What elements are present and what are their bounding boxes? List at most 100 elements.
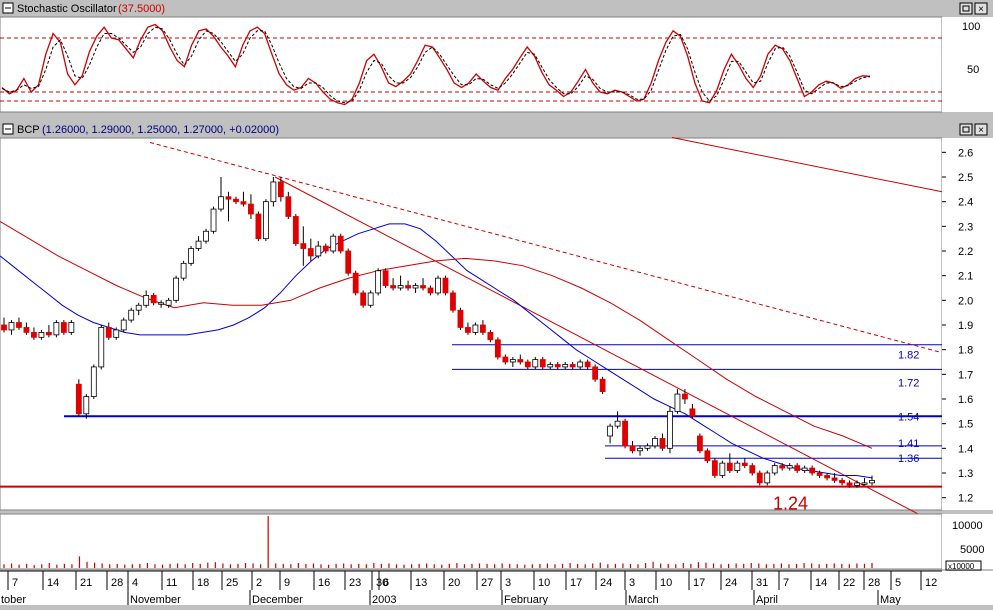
x-day-label: 3 bbox=[505, 577, 511, 589]
stoch-title: Stochastic Oscillator bbox=[17, 3, 117, 15]
x-month-label: March bbox=[628, 594, 659, 605]
candle-body bbox=[352, 272, 359, 294]
stoch-plot-area bbox=[0, 16, 943, 113]
candle-body bbox=[300, 243, 307, 249]
x-day-label: 7 bbox=[12, 577, 18, 589]
candle-body bbox=[248, 203, 254, 215]
price-tick-label: 1.3 bbox=[958, 468, 973, 480]
candle-body bbox=[60, 322, 67, 333]
candle-body bbox=[584, 361, 591, 368]
candle-body bbox=[83, 396, 90, 415]
price-tick-label: 1.5 bbox=[958, 419, 973, 431]
candle-body bbox=[741, 462, 748, 466]
x-day-label: 11 bbox=[166, 577, 177, 589]
candle-body bbox=[150, 294, 157, 304]
candle-body bbox=[457, 309, 464, 328]
price-tick-label: 2.2 bbox=[958, 246, 973, 258]
candle-body bbox=[749, 465, 756, 474]
candle-body bbox=[479, 324, 486, 333]
candle-body bbox=[233, 198, 239, 203]
x-day-label: 24 bbox=[725, 577, 737, 589]
candle-body bbox=[203, 230, 209, 242]
price-restore-button[interactable] bbox=[959, 123, 973, 136]
x-day-label: 21 bbox=[80, 577, 92, 589]
candle-body bbox=[794, 465, 801, 471]
candle-body bbox=[644, 445, 651, 449]
candle-body bbox=[719, 462, 726, 476]
x-day-label: 14 bbox=[47, 577, 59, 589]
candle-body bbox=[689, 408, 696, 417]
candle-body bbox=[53, 322, 60, 336]
candle-body bbox=[90, 366, 97, 397]
candle-body bbox=[524, 361, 531, 368]
candle-body bbox=[435, 277, 441, 294]
x-month-label: April bbox=[756, 594, 778, 605]
candle-body bbox=[824, 475, 831, 479]
x-day-label: 10 bbox=[660, 577, 672, 589]
candle-body bbox=[756, 472, 763, 484]
level-label-1-41: 1.41 bbox=[898, 438, 919, 450]
candle-body bbox=[771, 465, 778, 474]
candle-body bbox=[322, 245, 329, 252]
x-day-label: 9 bbox=[284, 577, 290, 589]
candle-body bbox=[360, 292, 367, 306]
candle-body bbox=[105, 327, 112, 338]
price-plot-area bbox=[0, 137, 943, 511]
x-month-label: 2003 bbox=[372, 594, 396, 605]
candle-body bbox=[277, 181, 284, 198]
candle-body bbox=[711, 460, 718, 476]
candle-body bbox=[801, 467, 808, 471]
candle-body bbox=[135, 304, 142, 311]
candle-body bbox=[562, 364, 569, 368]
x-month-label: May bbox=[880, 594, 901, 605]
candle-body bbox=[420, 285, 426, 289]
candle-body bbox=[75, 383, 82, 415]
x-day-label: 28 bbox=[111, 577, 123, 589]
candle-body bbox=[367, 292, 374, 306]
candle-body bbox=[682, 393, 688, 400]
candle-body bbox=[487, 331, 494, 341]
close-icon: × bbox=[978, 125, 984, 136]
price-ohlc: (1.26000, 1.29000, 1.25000, 1.27000, +0.… bbox=[42, 124, 279, 136]
candle-body bbox=[539, 359, 546, 368]
candle-body bbox=[427, 287, 434, 294]
level-label-1-54: 1.54 bbox=[898, 411, 919, 423]
level-label-1-72: 1.72 bbox=[898, 377, 919, 389]
candle-body bbox=[120, 319, 127, 331]
candle-body bbox=[659, 438, 666, 449]
candle-body bbox=[240, 201, 247, 205]
x-day-label: 25 bbox=[226, 577, 238, 589]
candle-body bbox=[405, 285, 411, 289]
stoch-value: (37.5000) bbox=[118, 3, 165, 15]
candle-body bbox=[472, 324, 479, 333]
stoch-restore-button[interactable] bbox=[959, 2, 973, 15]
x-day-label: 12 bbox=[925, 577, 937, 589]
candle-body bbox=[345, 250, 352, 274]
candle-body bbox=[45, 331, 52, 336]
candle-body bbox=[607, 425, 614, 437]
candle-body bbox=[218, 196, 224, 210]
candle-body bbox=[726, 462, 733, 471]
candle-body bbox=[23, 327, 30, 333]
candle-body bbox=[450, 292, 456, 311]
candle-body bbox=[188, 248, 194, 264]
volume-tick-5000: 5000 bbox=[960, 544, 984, 556]
candle-body bbox=[330, 235, 337, 252]
chart-svg: Stochastic Oscillator (37.5000) × 100 50… bbox=[0, 0, 993, 606]
x-day-label: 6 bbox=[383, 577, 389, 589]
level-label-1-36: 1.36 bbox=[898, 453, 919, 465]
candle-body bbox=[629, 445, 636, 452]
candle-body bbox=[652, 438, 658, 447]
level-label-1-82: 1.82 bbox=[898, 350, 919, 362]
x-day-label: 27 bbox=[481, 577, 493, 589]
x-day-label: 4 bbox=[132, 577, 138, 589]
x-month-label: February bbox=[504, 594, 549, 605]
candle-body bbox=[816, 472, 823, 476]
level-label-1-24: 1.24 bbox=[773, 494, 808, 514]
candle-body bbox=[532, 359, 539, 368]
candle-body bbox=[285, 196, 292, 217]
candle-body bbox=[38, 331, 45, 338]
candle-body bbox=[764, 472, 771, 484]
close-icon: × bbox=[978, 4, 984, 15]
x-day-label: 17 bbox=[693, 577, 705, 589]
